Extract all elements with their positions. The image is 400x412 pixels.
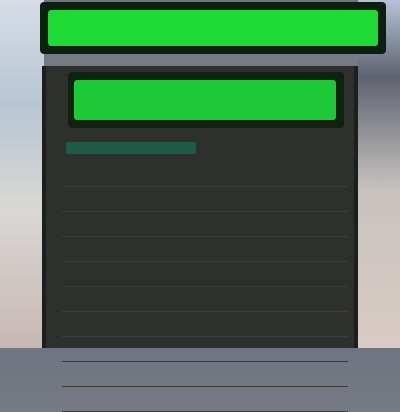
list-item[interactable] <box>62 162 348 187</box>
section-label <box>66 142 196 154</box>
top-banner <box>40 2 386 54</box>
content-list <box>62 162 348 412</box>
list-item[interactable] <box>62 212 348 237</box>
list-item[interactable] <box>62 237 348 262</box>
list-item[interactable] <box>62 262 348 287</box>
top-banner-label <box>48 10 378 46</box>
panel-header-button[interactable] <box>74 80 336 120</box>
list-item[interactable] <box>62 337 348 362</box>
main-panel <box>42 66 358 412</box>
list-item[interactable] <box>62 362 348 387</box>
panel-header <box>68 72 344 128</box>
list-item[interactable] <box>62 387 348 412</box>
left-background <box>0 0 44 348</box>
list-item[interactable] <box>62 287 348 312</box>
list-item[interactable] <box>62 312 348 337</box>
list-item[interactable] <box>62 187 348 212</box>
